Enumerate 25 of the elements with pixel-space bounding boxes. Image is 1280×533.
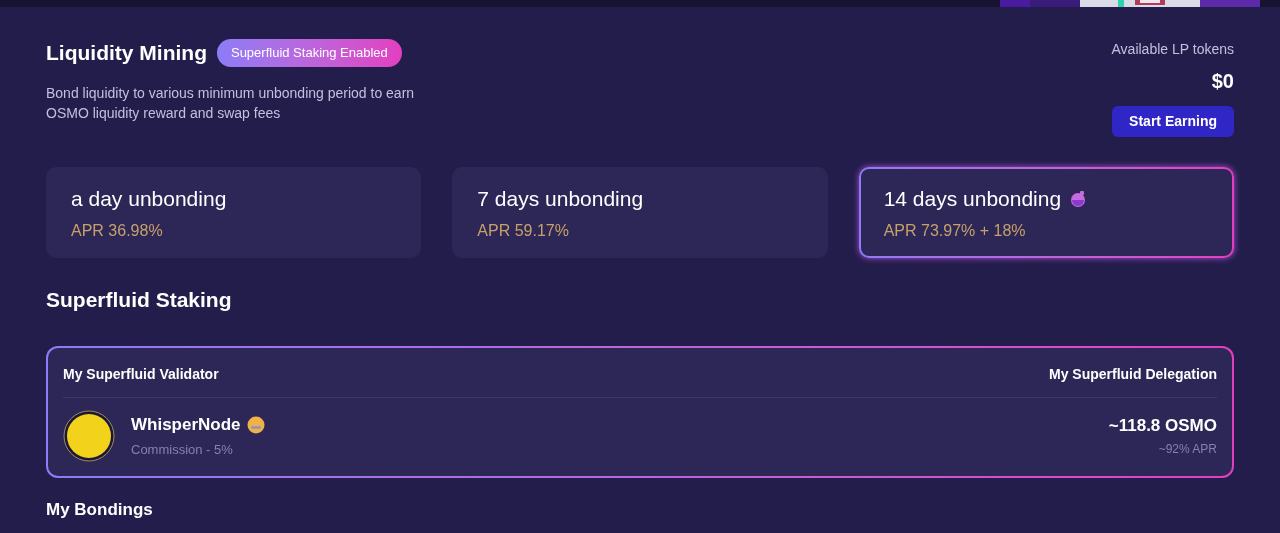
apr-text: APR 36.98% — [71, 220, 164, 241]
validator-name: WhisperNode — [131, 414, 241, 436]
delegation-apr: ~92% APR — [1158, 441, 1217, 459]
apr-text: APR 59.17% — [477, 220, 570, 241]
column-heading: My Superfluid Delegation — [1049, 364, 1217, 384]
unbonding-card[interactable]: 7 days unbonding APR 59.17% — [452, 167, 828, 258]
commission-text: Commission - 5% — [131, 440, 234, 459]
apr-text: APR 73.97% + 18% — [883, 220, 1027, 241]
available-value: $0 — [1211, 69, 1234, 94]
unbonding-card[interactable]: a day unbonding APR 36.98% — [46, 167, 422, 258]
card-title: 14 days unbonding — [883, 186, 1062, 212]
available-label: Available LP tokens — [1111, 40, 1234, 59]
status-badge: Superfluid Staking Enabled — [216, 39, 402, 67]
column-heading: My Superfluid Validator — [63, 364, 219, 384]
circle-icon — [246, 415, 265, 434]
validator-avatar — [63, 409, 115, 462]
page-title: Liquidity Mining — [46, 40, 207, 66]
unbonding-card[interactable]: 14 days unbonding APR 73.97% + 18% — [858, 167, 1234, 258]
card-title: a day unbonding — [71, 186, 227, 212]
delegation-amount: ~118.8 OSMO — [1108, 414, 1217, 437]
section-title: My Bondings — [46, 499, 154, 520]
start-earning-button[interactable]: Start Earning — [1112, 106, 1234, 137]
description-text: Bond liquidity to various minimum unbonding period to earn OSMO liquidity reward and swap fees — [46, 83, 416, 123]
section-title: Superfluid Staking — [46, 287, 233, 313]
card-title: 7 days unbonding — [477, 186, 644, 212]
